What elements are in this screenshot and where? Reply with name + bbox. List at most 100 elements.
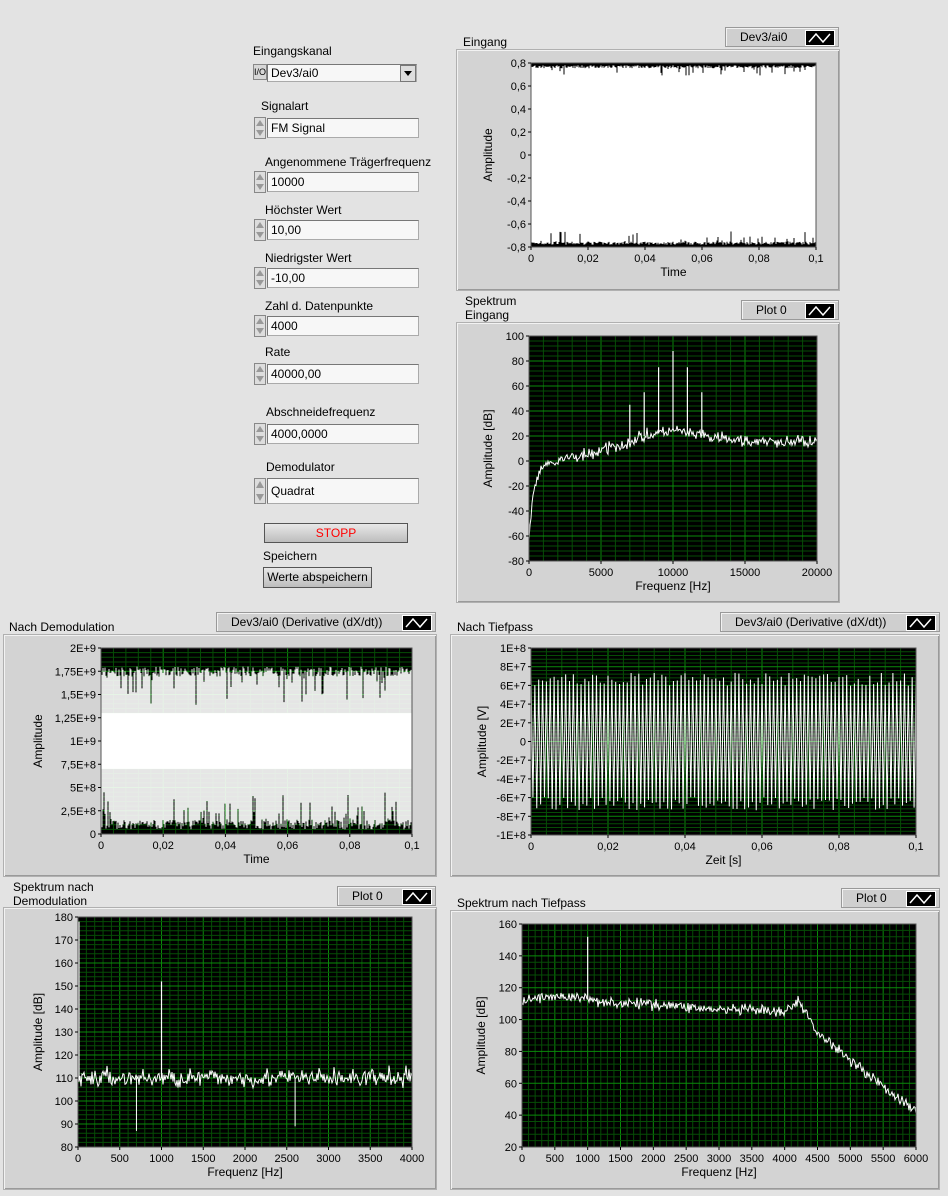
tiefpass-xlabel: Zeit [s] xyxy=(705,853,741,867)
eingang-ytick-label: 0,6 xyxy=(511,81,526,93)
spektrum-eingang-xtick-label: 0 xyxy=(526,567,532,579)
eingangskanal-field[interactable]: Dev3/ai0 xyxy=(267,64,417,82)
spektrum-demod-xtick-label: 2500 xyxy=(275,1153,299,1165)
spektrum-eingang-ytick-label: 40 xyxy=(512,406,524,418)
spektrum-tiefpass-xtick-label: 4500 xyxy=(805,1153,829,1165)
spektrum-tiefpass-xtick-label: 2000 xyxy=(641,1153,665,1165)
tiefpass-xtick-label: 0,04 xyxy=(674,841,695,853)
eingang-legend-label: Dev3/ai0 xyxy=(740,30,788,44)
spektrum-tiefpass-xtick-label: 5500 xyxy=(871,1153,895,1165)
demod-dense-band xyxy=(101,713,412,769)
traegerfrequenz-spinner[interactable] xyxy=(254,171,266,193)
tiefpass-xtick-label: 0,1 xyxy=(908,841,923,853)
demod-ytick-label: 5E+8 xyxy=(70,783,96,795)
hoechster-spinner[interactable] xyxy=(254,219,266,241)
spektrum-tiefpass-grid xyxy=(521,923,917,1148)
spektrum-tiefpass-xtick-label: 5000 xyxy=(838,1153,862,1165)
spektrum-demod-chart-frame: 0 500 1000 1500 2000 2500 3000 3500 4000 80 90 100 1… xyxy=(3,907,437,1190)
spektrum-tiefpass-ytick-label: 140 xyxy=(499,951,517,963)
tiefpass-ytick-label: 2E+7 xyxy=(500,718,526,730)
demod-xtick-label: 0 xyxy=(98,840,104,852)
eingang-xlabel: Time xyxy=(660,265,687,279)
demod-chart[interactable]: 0 0,02 0,04 0,06 0,08 0,1 0 2,5E+8 5E+8 7,5E+8 1E+… xyxy=(4,635,438,878)
eingang-chart-frame: 0 0,02 0,04 0,06 0,08 0,1 -0,8 -0,6 -0,4 -0,2 0 0,2… xyxy=(456,49,840,291)
line-style-icon xyxy=(906,615,936,631)
niedrigster-label: Niedrigster Wert xyxy=(265,251,352,265)
datenpunkte-label: Zahl d. Datenpunkte xyxy=(265,299,374,313)
demod-ytick-label: 7,5E+8 xyxy=(61,759,96,771)
spektrum-demod-xtick-label: 500 xyxy=(111,1153,129,1165)
tiefpass-ytick-label: -8E+7 xyxy=(496,811,526,823)
io-icon[interactable]: I/O xyxy=(253,64,267,80)
demodulator-label: Demodulator xyxy=(266,460,335,474)
eingang-ytick-label: -0,8 xyxy=(507,242,526,254)
demod-xtick-label: 0,04 xyxy=(215,840,236,852)
signalart-field[interactable]: FM Signal xyxy=(267,118,419,138)
spektrum-demod-title-1: Spektrum nach xyxy=(13,880,94,894)
demod-ytick-label: 1,5E+9 xyxy=(61,690,96,702)
eingang-xtick-label: 0,06 xyxy=(691,253,712,265)
spektrum-tiefpass-ylabel: Amplitude [dB] xyxy=(474,996,488,1074)
line-style-icon xyxy=(402,889,432,905)
spektrum-eingang-xlabel: Frequenz [Hz] xyxy=(635,579,710,593)
hoechster-field[interactable]: 10,00 xyxy=(267,220,419,240)
spektrum-eingang-ytick-label: -20 xyxy=(508,481,524,493)
rate-field[interactable]: 40000,00 xyxy=(267,364,419,384)
stop-button[interactable]: STOPP xyxy=(264,523,408,543)
spektrum-demod-legend[interactable]: Plot 0 xyxy=(337,886,436,906)
spektrum-demod-ytick-label: 180 xyxy=(55,912,73,924)
demod-legend[interactable]: Dev3/ai0 (Derivative (dX/dt)) xyxy=(216,612,436,632)
datenpunkte-spinner[interactable] xyxy=(254,315,266,337)
demod-ytick-label: 1,25E+9 xyxy=(55,713,96,725)
demodulator-field[interactable]: Quadrat xyxy=(267,478,419,504)
eingang-ytick-label: 0 xyxy=(520,150,526,162)
tiefpass-ytick-label: 8E+7 xyxy=(500,662,526,674)
spektrum-demod-xtick-label: 2000 xyxy=(233,1153,257,1165)
eingang-xtick-label: 0,02 xyxy=(577,253,598,265)
speichern-label: Speichern xyxy=(263,549,318,563)
tiefpass-ytick-label: 6E+7 xyxy=(500,680,526,692)
spektrum-tiefpass-ytick-label: 60 xyxy=(505,1078,517,1090)
spektrum-eingang-legend[interactable]: Plot 0 xyxy=(741,300,839,320)
spektrum-demod-ytick-label: 130 xyxy=(55,1027,73,1039)
eingang-title: Eingang xyxy=(463,35,508,49)
niedrigster-field[interactable]: -10,00 xyxy=(267,268,419,288)
spektrum-tiefpass-xtick-label: 3000 xyxy=(707,1153,731,1165)
eingang-chart[interactable]: 0 0,02 0,04 0,06 0,08 0,1 -0,8 -0,6 -0,4 -0,2 0 0,2… xyxy=(457,50,841,292)
spektrum-tiefpass-legend[interactable]: Plot 0 xyxy=(841,888,940,908)
save-values-button[interactable]: Werte abspeichern xyxy=(263,567,372,588)
signalart-spinner[interactable] xyxy=(254,117,266,139)
spektrum-eingang-ytick-label: -40 xyxy=(508,506,524,518)
eingang-ytick-label: 0,8 xyxy=(511,58,526,70)
abschneide-field[interactable]: 4000,0000 xyxy=(267,424,419,444)
traegerfrequenz-field[interactable]: 10000 xyxy=(267,172,419,192)
signalart-label: Signalart xyxy=(261,99,309,113)
spektrum-eingang-legend-label: Plot 0 xyxy=(756,303,787,317)
eingang-plot-area xyxy=(531,63,816,247)
datenpunkte-field[interactable]: 4000 xyxy=(267,316,419,336)
demod-ytick-label: 1E+9 xyxy=(70,736,96,748)
demodulator-spinner[interactable] xyxy=(254,478,266,504)
tiefpass-ytick-label: 1E+8 xyxy=(500,643,526,655)
spektrum-demod-chart[interactable]: 0 500 1000 1500 2000 2500 3000 3500 4000 80 90 100 1… xyxy=(4,908,438,1191)
demod-ylabel: Amplitude xyxy=(31,714,45,768)
tiefpass-ylabel: Amplitude [V] xyxy=(475,706,489,777)
spektrum-eingang-chart[interactable]: 0 5000 10000 15000 20000 -80 -60 -40 -20 0 20 40 60 8… xyxy=(457,323,841,604)
tiefpass-ytick-label: -6E+7 xyxy=(496,793,526,805)
spektrum-eingang-xtick-label: 5000 xyxy=(589,567,613,579)
dropdown-arrow-icon[interactable] xyxy=(400,65,416,82)
abschneide-spinner[interactable] xyxy=(254,423,266,445)
tiefpass-chart[interactable]: 0 0,02 0,04 0,06 0,08 0,1 -1E+8 -8E+7 -6E+7 -4E+7… xyxy=(451,635,941,878)
hoechster-label: Höchster Wert xyxy=(265,203,342,217)
niedrigster-spinner[interactable] xyxy=(254,267,266,289)
demod-ytick-label: 2,5E+8 xyxy=(61,806,96,818)
demod-xtick-label: 0,06 xyxy=(277,840,298,852)
spektrum-tiefpass-ytick-label: 40 xyxy=(505,1110,517,1122)
tiefpass-xtick-label: 0,02 xyxy=(597,841,618,853)
eingang-legend[interactable]: Dev3/ai0 xyxy=(725,27,839,47)
rate-spinner[interactable] xyxy=(254,363,266,385)
spektrum-eingang-ytick-label: 80 xyxy=(512,356,524,368)
line-style-icon xyxy=(805,30,835,46)
tiefpass-legend[interactable]: Dev3/ai0 (Derivative (dX/dt)) xyxy=(720,612,940,632)
spektrum-tiefpass-chart[interactable]: 0 500 1000 1500 2000 2500 3000 3500 4000 4500 5000… xyxy=(451,911,941,1191)
